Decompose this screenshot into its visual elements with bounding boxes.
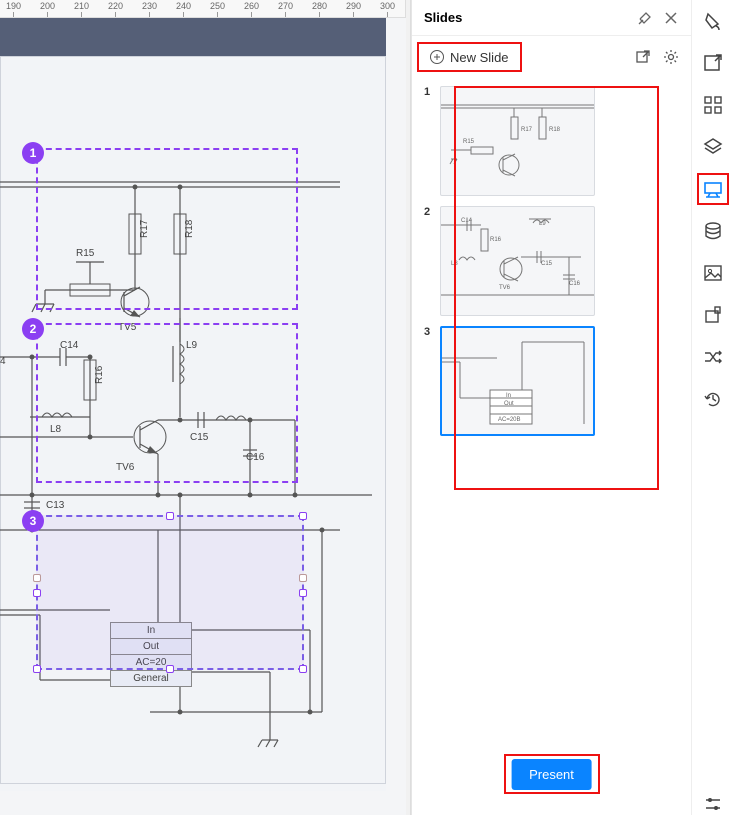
history-icon[interactable] (702, 388, 724, 410)
layers-icon[interactable] (702, 136, 724, 158)
slide-thumbnail-2[interactable]: C14 R16 L8 L9 TV6 C15 (440, 206, 595, 316)
shuffle-icon[interactable] (702, 346, 724, 368)
slide-thumbnails: 1 R17 R18 R15 (412, 78, 691, 454)
svg-text:Out: Out (504, 401, 514, 407)
panel-header: Slides (412, 0, 691, 36)
thumb-number-3: 3 (424, 326, 434, 436)
plugin-icon[interactable] (702, 304, 724, 326)
slide-thumbnail-1[interactable]: R17 R18 R15 (440, 86, 595, 196)
export-image-icon[interactable] (702, 52, 724, 74)
svg-text:AC=20B: AC=20B (498, 417, 521, 423)
ruler-tick: 280 (312, 1, 327, 11)
panel-title: Slides (424, 10, 627, 25)
slides-panel: Slides New Slide 1 (411, 0, 691, 815)
slide-marker-2[interactable]: 2 (22, 318, 44, 340)
ruler-tick: 230 (142, 1, 157, 11)
ruler-tick: 290 (346, 1, 361, 11)
thumb-number-1: 1 (424, 86, 434, 196)
slide-region-1[interactable] (36, 148, 298, 310)
canvas-area[interactable]: R17 R18 R15 TV5 (0, 18, 406, 815)
ruler-tick: 260 (244, 1, 259, 11)
thumb-number-2: 2 (424, 206, 434, 316)
slide-marker-3[interactable]: 3 (22, 510, 44, 532)
document-header-bar (0, 18, 386, 56)
svg-text:C16: C16 (569, 281, 581, 287)
ruler-tick: 200 (40, 1, 55, 11)
svg-text:In: In (506, 393, 511, 399)
slide-region-2[interactable] (36, 323, 298, 483)
image-icon[interactable] (702, 262, 724, 284)
svg-text:L8: L8 (451, 261, 458, 267)
horizontal-ruler: 190 200 210 220 230 240 250 260 270 280 … (0, 0, 410, 18)
fill-icon[interactable] (702, 10, 724, 32)
right-toolbar (691, 0, 733, 815)
ruler-tick: 220 (108, 1, 123, 11)
ruler-tick: 250 (210, 1, 225, 11)
new-slide-row: New Slide (412, 36, 691, 78)
grid-icon[interactable] (702, 94, 724, 116)
settings-icon[interactable] (663, 49, 679, 65)
slide-marker-1[interactable]: 1 (22, 142, 44, 164)
pin-icon[interactable] (637, 10, 653, 26)
ruler-tick: 300 (380, 1, 395, 11)
new-slide-button[interactable]: New Slide (424, 47, 515, 68)
ruler-tick: 190 (6, 1, 21, 11)
block-row-general: General (111, 671, 191, 686)
export-icon[interactable] (635, 49, 651, 65)
sliders-icon[interactable] (702, 793, 724, 815)
svg-text:R16: R16 (490, 237, 502, 243)
svg-text:R17: R17 (521, 127, 533, 133)
data-icon[interactable] (702, 220, 724, 242)
slide-region-3-selected[interactable] (36, 515, 304, 670)
slides-icon[interactable] (702, 178, 724, 200)
ruler-tick: 270 (278, 1, 293, 11)
new-slide-label: New Slide (450, 50, 509, 65)
plus-icon (430, 50, 444, 64)
svg-text:C15: C15 (541, 261, 553, 267)
svg-text:R18: R18 (549, 127, 561, 133)
close-icon[interactable] (663, 10, 679, 26)
svg-text:TV6: TV6 (499, 285, 511, 291)
slide-thumbnail-3[interactable]: In Out AC=20B (440, 326, 595, 436)
label-c13: C13 (46, 500, 65, 511)
ruler-tick: 240 (176, 1, 191, 11)
present-button[interactable]: Present (511, 759, 592, 790)
ruler-tick: 210 (74, 1, 89, 11)
svg-text:R15: R15 (463, 139, 475, 145)
label-four: 4 (0, 356, 6, 367)
